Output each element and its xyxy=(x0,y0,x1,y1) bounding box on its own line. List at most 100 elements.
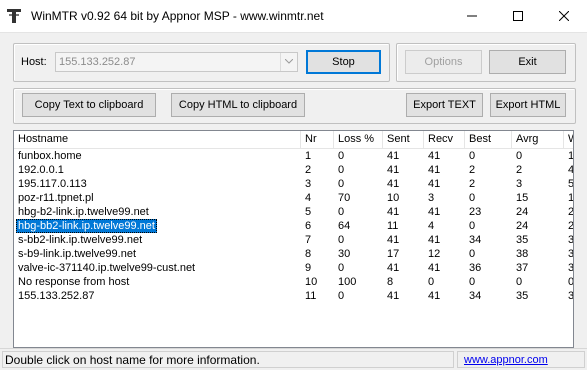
table-row[interactable]: s-bb2-link.ip.twelve99.net 7 0 41 41 34 35 3 xyxy=(14,233,574,247)
avrg-cell: 35 xyxy=(516,290,529,302)
best-cell: 23 xyxy=(469,206,482,218)
column-header-loss[interactable]: Loss % xyxy=(334,131,383,148)
hostname-cell[interactable]: 195.117.0.113 xyxy=(14,177,301,191)
sent-cell: 41 xyxy=(387,150,400,162)
sent-cell: 41 xyxy=(387,206,400,218)
hostname-cell[interactable]: 155.133.252.87 xyxy=(14,289,301,303)
recv-cell: 41 xyxy=(428,150,441,162)
wrst-cell: 3 xyxy=(568,234,574,246)
window-title: WinMTR v0.92 64 bit by Appnor MSP - www.… xyxy=(31,9,324,23)
wrst-cell: 3 xyxy=(568,290,574,302)
avrg-cell: 0 xyxy=(516,276,523,288)
table-row[interactable]: valve-ic-371140.ip.twelve99-cust.net 9 0 41… xyxy=(14,261,573,275)
results-table[interactable]: Hostname Nr Loss % Sent Recv Best Avrg W… xyxy=(13,130,574,348)
table-row[interactable]: 155.133.252.87 11 0 41 41 34 35 3 xyxy=(14,289,574,303)
recv-cell: 41 xyxy=(428,262,441,274)
chevron-down-icon xyxy=(285,59,293,64)
best-cell: 2 xyxy=(469,178,476,190)
maximize-button[interactable] xyxy=(495,0,541,32)
host-input[interactable]: 155.133.252.87 xyxy=(59,55,135,69)
recv-cell: 41 xyxy=(428,164,441,176)
hostname-cell[interactable]: s-b9-link.ip.twelve99.net xyxy=(14,247,301,261)
column-header-avrg[interactable]: Avrg xyxy=(512,131,564,148)
avrg-cell: 38 xyxy=(516,248,529,260)
column-header-recv[interactable]: Recv xyxy=(424,131,465,148)
recv-cell: 12 xyxy=(428,248,441,260)
table-row[interactable]: poz-r11.tpnet.pl 4 70 10 3 0 15 1 xyxy=(14,191,573,205)
table-row[interactable]: s-b9-link.ip.twelve99.net 8 30 17 12 0 38 3 xyxy=(14,247,573,261)
app-icon xyxy=(7,9,21,23)
wrst-cell: 2 xyxy=(568,220,574,232)
export-text-button[interactable]: Export TEXT xyxy=(406,93,483,117)
status-message-pane: Double click on host name for more infor… xyxy=(2,351,454,368)
close-button[interactable] xyxy=(541,0,587,32)
recv-cell: 0 xyxy=(428,276,435,288)
column-header-sent[interactable]: Sent xyxy=(383,131,424,148)
hostname-cell[interactable]: funbox.home xyxy=(14,149,301,163)
export-html-button[interactable]: Export HTML xyxy=(490,93,566,117)
wrst-cell: 1 xyxy=(568,150,574,162)
best-cell: 0 xyxy=(469,150,476,162)
table-row[interactable]: funbox.home 1 0 41 41 0 0 1 xyxy=(14,149,574,163)
column-header-wrst[interactable]: Wrst xyxy=(564,131,573,148)
table-row[interactable]: 195.117.0.113 3 0 41 41 2 3 5 xyxy=(14,177,573,191)
recv-cell: 41 xyxy=(428,178,441,190)
sent-cell: 17 xyxy=(387,248,400,260)
best-cell: 0 xyxy=(469,248,476,260)
nr-cell: 7 xyxy=(305,234,312,246)
dropdown-button[interactable] xyxy=(280,53,297,71)
hostname-cell[interactable]: hbg-bb2-link.ip.twelve99.net xyxy=(16,219,157,233)
minimize-button[interactable] xyxy=(449,0,495,32)
sent-cell: 41 xyxy=(387,234,400,246)
best-cell: 34 xyxy=(469,290,482,302)
nr-cell: 4 xyxy=(305,192,312,204)
close-icon xyxy=(559,11,569,21)
avrg-cell: 0 xyxy=(516,150,523,162)
table-row[interactable]: hbg-bb2-link.ip.twelve99.net 6 64 11 4 0 24 2 xyxy=(14,219,574,233)
hostname-cell[interactable]: poz-r11.tpnet.pl xyxy=(14,191,301,205)
column-header-nr[interactable]: Nr xyxy=(301,131,334,148)
copy-html-button[interactable]: Copy HTML to clipboard xyxy=(171,93,305,117)
loss-cell: 0 xyxy=(338,262,345,274)
table-row[interactable]: No response from host 10 100 8 0 0 0 0 xyxy=(14,275,573,289)
appnor-link[interactable]: www.appnor.com xyxy=(464,353,548,367)
avrg-cell: 24 xyxy=(516,220,529,232)
host-combobox[interactable]: 155.133.252.87 xyxy=(55,52,298,72)
loss-cell: 100 xyxy=(338,276,357,288)
nr-cell: 9 xyxy=(305,262,312,274)
table-row[interactable]: hbg-b2-link.ip.twelve99.net 5 0 41 41 23 24 2 xyxy=(14,205,573,219)
best-cell: 0 xyxy=(469,192,476,204)
nr-cell: 8 xyxy=(305,248,312,260)
recv-cell: 41 xyxy=(428,290,441,302)
hostname-cell[interactable]: s-bb2-link.ip.twelve99.net xyxy=(14,233,301,247)
column-header-hostname[interactable]: Hostname xyxy=(14,131,301,148)
status-message: Double click on host name for more infor… xyxy=(5,353,260,367)
nr-cell: 3 xyxy=(305,178,312,190)
exit-button[interactable]: Exit xyxy=(489,50,566,74)
nr-cell: 10 xyxy=(305,276,318,288)
hostname-cell[interactable]: hbg-b2-link.ip.twelve99.net xyxy=(14,205,301,219)
nr-cell: 1 xyxy=(305,150,312,162)
sent-cell: 41 xyxy=(387,164,400,176)
hostname-cell[interactable]: valve-ic-371140.ip.twelve99-cust.net xyxy=(14,261,301,275)
copy-text-button-label: Copy Text to clipboard xyxy=(34,99,144,111)
options-button[interactable]: Options xyxy=(405,50,482,74)
hostname-cell[interactable]: No response from host xyxy=(14,275,301,289)
table-row[interactable]: 192.0.0.1 2 0 41 41 2 2 4 xyxy=(14,163,573,177)
best-cell: 34 xyxy=(469,234,482,246)
loss-cell: 0 xyxy=(338,178,345,190)
recv-cell: 4 xyxy=(428,220,435,232)
nr-cell: 6 xyxy=(305,220,312,232)
loss-cell: 70 xyxy=(338,192,351,204)
nr-cell: 11 xyxy=(305,290,317,302)
loss-cell: 64 xyxy=(338,220,351,232)
maximize-icon xyxy=(513,11,523,21)
export-text-button-label: Export TEXT xyxy=(413,99,476,111)
stop-button[interactable]: Stop xyxy=(306,50,381,74)
copy-text-button[interactable]: Copy Text to clipboard xyxy=(22,93,156,117)
column-header-best[interactable]: Best xyxy=(465,131,512,148)
hostname-cell[interactable]: 192.0.0.1 xyxy=(14,163,301,177)
sent-cell: 41 xyxy=(387,178,400,190)
avrg-cell: 24 xyxy=(516,206,529,218)
recv-cell: 41 xyxy=(428,234,441,246)
